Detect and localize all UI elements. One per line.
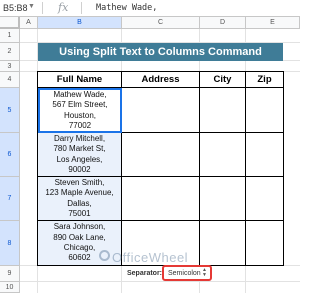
address-cell[interactable] bbox=[122, 133, 200, 177]
address-cell[interactable] bbox=[122, 88, 200, 133]
divider bbox=[81, 2, 82, 14]
header-city[interactable]: City bbox=[200, 72, 246, 88]
row-header-3[interactable]: 3 bbox=[0, 61, 20, 72]
name-cell-text: Steven Smith, 123 Maple Avenue, Dallas, … bbox=[45, 177, 114, 218]
formula-input[interactable]: Mathew Wade, bbox=[96, 3, 157, 13]
watermark-logo-icon bbox=[99, 250, 110, 261]
city-cell[interactable] bbox=[200, 177, 246, 221]
updown-arrows-icon: ▲ ▼ bbox=[202, 267, 207, 278]
name-cell[interactable]: Darry Mitchell, 780 Market St, Los Angel… bbox=[38, 133, 122, 177]
row-header-1[interactable]: 1 bbox=[0, 29, 20, 43]
separator-dropdown[interactable]: Semicolon ▲ ▼ bbox=[162, 265, 212, 281]
fx-icon: fx bbox=[58, 1, 69, 14]
zip-cell[interactable] bbox=[246, 88, 283, 133]
name-box-dropdown-icon[interactable]: ▼ bbox=[28, 3, 35, 10]
column-header-a[interactable]: A bbox=[20, 17, 38, 29]
zip-cell[interactable] bbox=[246, 177, 283, 221]
divider bbox=[42, 2, 43, 14]
city-cell[interactable] bbox=[200, 88, 246, 133]
row-header-2[interactable]: 2 bbox=[0, 43, 20, 61]
sheet-title: Using Split Text to Columns Command bbox=[38, 43, 283, 61]
separator-label: Separator: bbox=[127, 270, 163, 277]
zip-cell[interactable] bbox=[246, 221, 283, 265]
separator-value: Semicolon bbox=[168, 269, 201, 277]
row-header-4[interactable]: 4 bbox=[0, 72, 20, 88]
row-header-8[interactable]: 8 bbox=[0, 221, 20, 266]
gridline bbox=[20, 281, 300, 282]
name-cell-text: Sara Johnson, 890 Oak Lane, Chicago, 606… bbox=[53, 222, 106, 263]
column-header-b[interactable]: B bbox=[38, 17, 122, 29]
column-header-e[interactable]: E bbox=[246, 17, 300, 29]
select-all-corner[interactable] bbox=[0, 17, 20, 29]
name-cell[interactable]: Steven Smith, 123 Maple Avenue, Dallas, … bbox=[38, 177, 122, 221]
name-cell[interactable]: Mathew Wade, 567 Elm Street, Houston, 77… bbox=[38, 88, 122, 133]
row-header-10[interactable]: 10 bbox=[0, 282, 20, 293]
row-header-9[interactable]: 9 bbox=[0, 266, 20, 282]
header-address[interactable]: Address bbox=[122, 72, 200, 88]
address-cell[interactable] bbox=[122, 177, 200, 221]
formula-bar: B5:B8 ▼ fx Mathew Wade, bbox=[0, 0, 300, 17]
header-full-name[interactable]: Full Name bbox=[38, 72, 122, 88]
name-cell-text: Mathew Wade, 567 Elm Street, Houston, 77… bbox=[52, 89, 108, 130]
zip-cell[interactable] bbox=[246, 133, 283, 177]
city-cell[interactable] bbox=[200, 133, 246, 177]
column-header-c[interactable]: C bbox=[122, 17, 200, 29]
name-box[interactable]: B5:B8 bbox=[3, 3, 28, 13]
name-cell[interactable]: Sara Johnson, 890 Oak Lane, Chicago, 606… bbox=[38, 221, 122, 265]
watermark: OfficeWheel bbox=[112, 250, 189, 265]
header-zip[interactable]: Zip bbox=[246, 72, 283, 88]
column-header-d[interactable]: D bbox=[200, 17, 246, 29]
row-header-7[interactable]: 7 bbox=[0, 177, 20, 221]
city-cell[interactable] bbox=[200, 221, 246, 265]
row-header-5[interactable]: 5 bbox=[0, 88, 20, 133]
name-cell-text: Darry Mitchell, 780 Market St, Los Angel… bbox=[53, 133, 106, 174]
row-header-6[interactable]: 6 bbox=[0, 133, 20, 177]
